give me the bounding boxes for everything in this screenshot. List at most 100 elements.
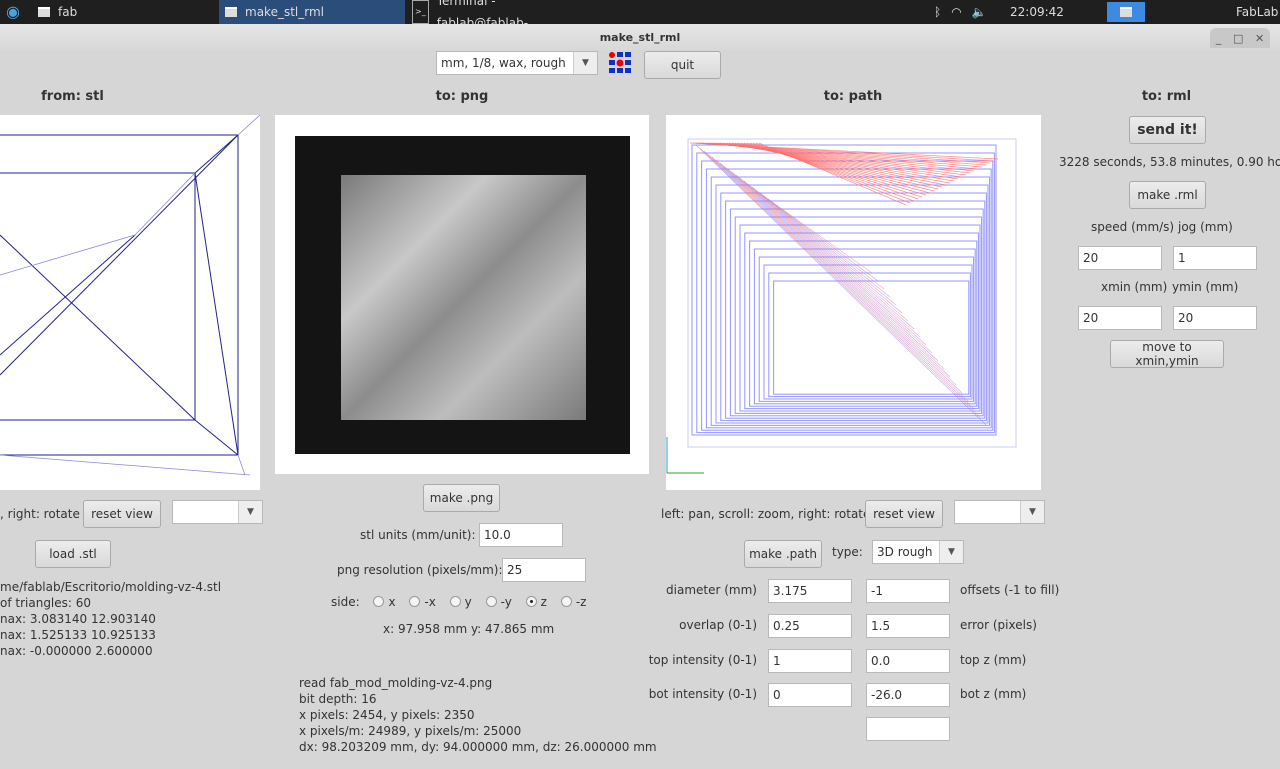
side-option-label: y xyxy=(464,595,472,609)
settings-select[interactable]: mm, 1/8, wax, rough ▼ xyxy=(436,51,598,75)
stl-view-hint: , right: rotate xyxy=(0,507,80,521)
volume-icon[interactable]: 🔈 xyxy=(972,1,987,23)
show-desktop-button[interactable] xyxy=(1107,2,1145,22)
toolpath-diagonal xyxy=(755,189,897,306)
png-info-line: dx: 98.203209 mm, dy: 94.000000 mm, dz: … xyxy=(299,740,657,754)
toolpath-contour xyxy=(691,144,997,436)
stl-units-label: stl units (mm/unit): xyxy=(360,528,476,542)
task-make-stl-rml[interactable]: make_stl_rml xyxy=(219,0,405,24)
offsets-input[interactable]: -1 xyxy=(866,579,950,603)
window-icon xyxy=(38,7,50,17)
send-it-button[interactable]: send it! xyxy=(1129,116,1206,144)
side-radio-neg-z[interactable] xyxy=(560,596,572,607)
path-type-label: type: xyxy=(832,545,863,559)
toolpath-contour xyxy=(734,216,983,414)
quit-button[interactable]: quit xyxy=(644,51,721,79)
task-terminal[interactable]: >_ Terminal - fablab@fablab-... xyxy=(410,0,600,30)
bluetooth-icon[interactable]: ᛒ xyxy=(934,1,941,23)
make-rml-button[interactable]: make .rml xyxy=(1129,181,1206,209)
top-intensity-input[interactable]: 1 xyxy=(768,649,852,673)
side-option-label: -x xyxy=(424,595,436,609)
bot-z-label: bot z (mm) xyxy=(960,687,1027,701)
stl-info-line: nax: -0.000000 2.600000 xyxy=(0,644,153,658)
stl-info-line: of triangles: 60 xyxy=(0,596,92,610)
window-controls: _ □ ✕ xyxy=(1210,28,1270,48)
menu-logo-icon[interactable]: ◉ xyxy=(6,0,20,24)
user-name[interactable]: FabLab xyxy=(1236,0,1278,24)
chevron-down-icon: ▼ xyxy=(573,52,597,74)
png-viewer[interactable] xyxy=(275,115,649,474)
toolpath-contour xyxy=(739,224,981,412)
task-fab[interactable]: fab xyxy=(30,0,210,24)
error-input[interactable]: 1.5 xyxy=(866,614,950,638)
side-option-label: x xyxy=(388,595,396,609)
minimize-icon[interactable]: _ xyxy=(1216,32,1222,45)
move-to-xmin-ymin-button[interactable]: move to xmin,ymin xyxy=(1110,340,1224,368)
side-radio-x[interactable] xyxy=(373,596,385,607)
close-icon[interactable]: ✕ xyxy=(1255,32,1264,45)
toolpath-diagonal xyxy=(707,153,969,402)
overlap-input[interactable]: 0.25 xyxy=(768,614,852,638)
xmin-input[interactable]: 20 xyxy=(1078,306,1162,330)
make-path-button[interactable]: make .path xyxy=(744,540,822,568)
toolpath-contour xyxy=(768,272,971,398)
offsets-label: offsets (-1 to fill) xyxy=(960,583,1060,597)
tray: ᛒ ◠ 🔈 xyxy=(934,0,987,24)
load-stl-button[interactable]: load .stl xyxy=(35,540,111,568)
path-view-select[interactable]: ▼ xyxy=(954,500,1045,524)
bot-intensity-label: bot intensity (0-1) xyxy=(648,687,757,701)
maximize-icon[interactable]: □ xyxy=(1233,32,1243,45)
stl-view-select[interactable]: ▼ xyxy=(172,500,263,524)
stl-info-line: nax: 1.525133 10.925133 xyxy=(0,628,156,642)
toolpath-diagonal xyxy=(767,198,879,282)
png-resolution-label: png resolution (pixels/mm): xyxy=(337,563,503,577)
side-label: side: xyxy=(331,595,360,609)
top-intensity-label: top intensity (0-1) xyxy=(648,653,757,667)
partial-input[interactable] xyxy=(866,717,950,741)
path-type-value: 3D rough xyxy=(877,545,933,559)
side-selector: side: x -x y -y z -z xyxy=(331,595,586,609)
ymin-input[interactable]: 20 xyxy=(1173,306,1257,330)
side-option-label: -y xyxy=(500,595,512,609)
png-info-line: bit depth: 16 xyxy=(299,692,377,706)
side-radio-z[interactable] xyxy=(525,596,537,607)
png-resolution-input[interactable]: 25 xyxy=(502,558,586,582)
make-png-button[interactable]: make .png xyxy=(423,484,500,512)
chevron-down-icon: ▼ xyxy=(238,501,262,523)
window-title: make_stl_rml xyxy=(599,31,681,44)
toolpath-diagonal xyxy=(715,159,957,386)
stl-viewer[interactable] xyxy=(0,115,260,490)
png-image xyxy=(295,136,630,454)
jog-input[interactable]: 1 xyxy=(1173,246,1257,270)
path-type-select[interactable]: 3D rough ▼ xyxy=(872,540,964,564)
bot-intensity-input[interactable]: 0 xyxy=(768,683,852,707)
png-info-line: read fab_mod_molding-vz-4.png xyxy=(299,676,493,690)
path-reset-view-button[interactable]: reset view xyxy=(865,500,943,528)
stl-units-input[interactable]: 10.0 xyxy=(479,523,563,547)
terminal-icon: >_ xyxy=(412,0,429,24)
toolpath-contour xyxy=(696,152,995,434)
side-radio-y[interactable] xyxy=(449,596,461,607)
toolpath-contour xyxy=(744,232,979,410)
path-viewer[interactable] xyxy=(666,115,1041,490)
wifi-icon[interactable]: ◠ xyxy=(951,1,961,23)
error-label: error (pixels) xyxy=(960,618,1037,632)
side-radio-neg-x[interactable] xyxy=(409,596,421,607)
stl-info-line: me/fablab/Escritorio/molding-vz-4.stl xyxy=(0,580,222,594)
stl-header: from: stl xyxy=(41,89,104,104)
toolpath-diagonal xyxy=(731,171,933,354)
taskbar: ◉ fab make_stl_rml >_ Terminal - fablab@f… xyxy=(0,0,1280,30)
toolpath-diagonal xyxy=(747,183,909,322)
rml-header: to: rml xyxy=(1141,89,1192,104)
clock[interactable]: 22:09:42 xyxy=(1010,0,1064,24)
top-z-input[interactable]: 0.0 xyxy=(866,649,950,673)
fab-logo-icon xyxy=(609,52,631,73)
stl-info: me/fablab/Escritorio/molding-vz-4.stl of… xyxy=(0,579,221,659)
side-option-label: z xyxy=(540,595,547,609)
bot-z-input[interactable]: -26.0 xyxy=(866,683,950,707)
speed-input[interactable]: 20 xyxy=(1078,246,1162,270)
png-header: to: png xyxy=(435,89,489,104)
stl-reset-view-button[interactable]: reset view xyxy=(83,500,161,528)
diameter-input[interactable]: 3.175 xyxy=(768,579,852,603)
side-radio-neg-y[interactable] xyxy=(485,596,497,607)
